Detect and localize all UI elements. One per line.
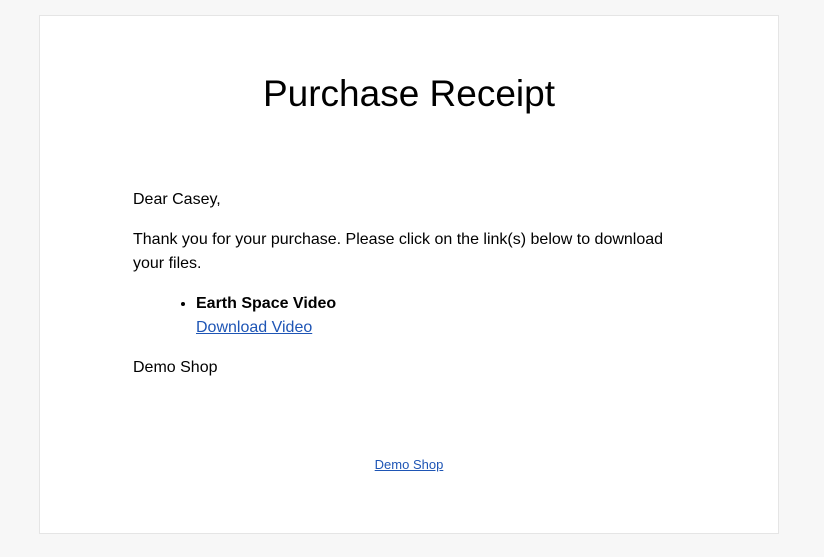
item-name: Earth Space Video: [196, 295, 337, 312]
purchased-items-list: Earth Space Video Download Video: [133, 292, 689, 340]
download-video-link[interactable]: Download Video: [196, 319, 312, 336]
greeting-text: Dear Casey,: [133, 191, 221, 208]
thank-you-message: Thank you for your purchase. Please clic…: [133, 231, 664, 272]
list-item: Earth Space Video Download Video: [196, 292, 689, 340]
receipt-body: Dear Casey, Thank you for your purchase.…: [133, 188, 689, 396]
page-title: Purchase Receipt: [262, 73, 556, 114]
email-card: Purchase Receipt Dear Casey, Thank you f…: [39, 15, 779, 534]
footer: Demo Shop: [40, 457, 778, 473]
footer-shop-link[interactable]: Demo Shop: [375, 457, 444, 472]
signature-text: Demo Shop: [133, 359, 218, 376]
